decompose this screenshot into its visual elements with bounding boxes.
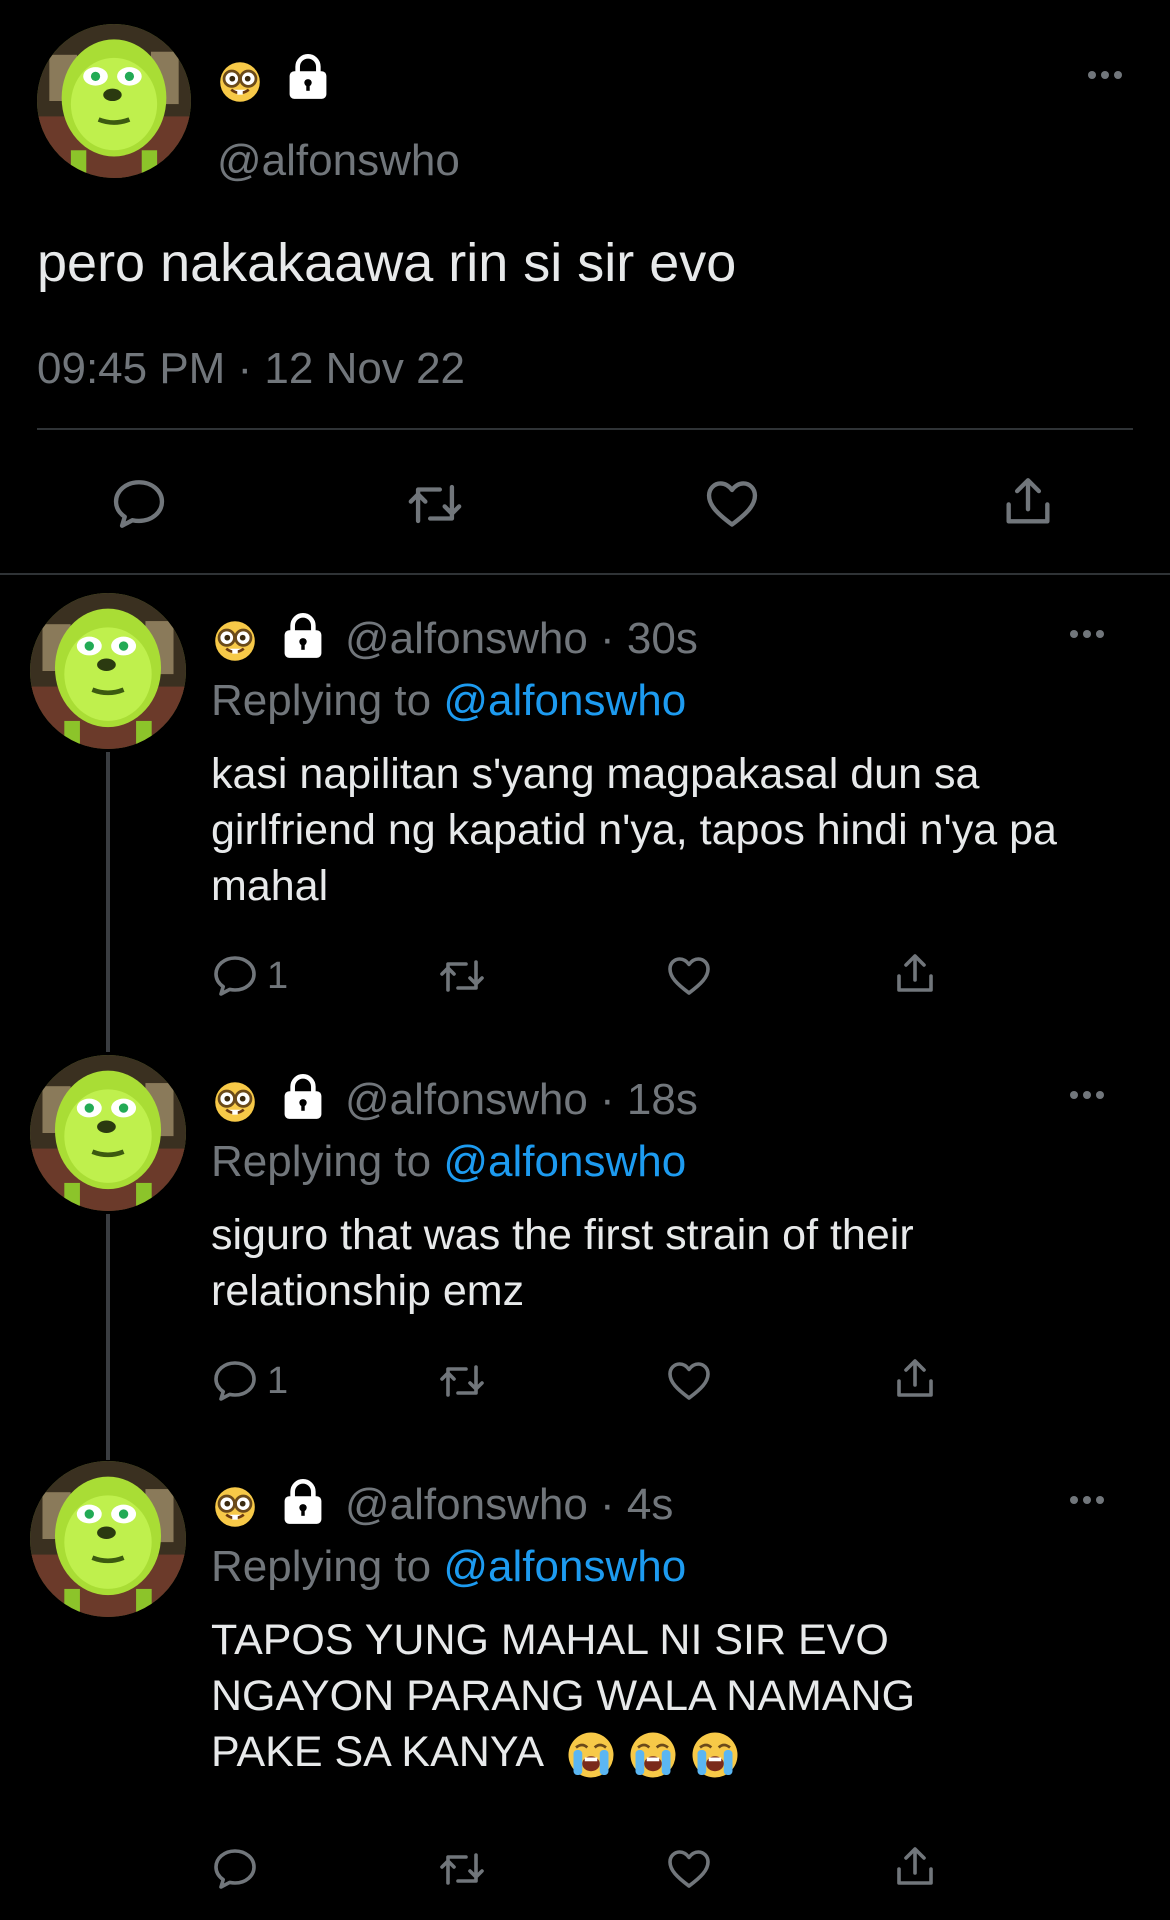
reply-count: 1: [267, 954, 289, 997]
reply-count: 1: [267, 1359, 289, 1402]
reply-icon: [110, 475, 168, 533]
reply-icon: [211, 952, 259, 1000]
lock-icon: [285, 54, 331, 100]
avatar[interactable]: [30, 1461, 186, 1617]
like-button[interactable]: [664, 952, 714, 1000]
avatar[interactable]: [37, 24, 191, 178]
thread-line: [106, 752, 110, 1052]
time: · 30s: [600, 614, 698, 663]
nerd-face-emoji: [213, 619, 257, 663]
like-button[interactable]: [664, 1845, 714, 1893]
handle[interactable]: @alfonswho: [345, 1480, 588, 1529]
reply-button[interactable]: 1: [211, 952, 288, 1000]
tweet-text: pero nakakaawa rin si sir evo: [37, 233, 737, 293]
reply-text: TAPOS YUNG MAHAL NI SIR EVO NGAYON PARAN…: [211, 1612, 1031, 1780]
reply-button[interactable]: [110, 475, 168, 533]
like-icon: [702, 475, 762, 533]
reply-icon: [211, 1845, 259, 1893]
nerd-face-emoji: [213, 1080, 257, 1124]
retweet-button[interactable]: [435, 1357, 489, 1405]
replying-to-link[interactable]: @alfonswho: [443, 1542, 686, 1591]
retweet-button[interactable]: [435, 1845, 489, 1893]
like-button[interactable]: [664, 1357, 714, 1405]
nerd-face-emoji: [213, 1485, 257, 1529]
replying-label: Replying to: [211, 1542, 432, 1591]
replying-label: Replying to: [211, 1137, 432, 1186]
timestamp[interactable]: 09:45 PM · 12 Nov 22: [37, 344, 465, 394]
like-button[interactable]: [702, 475, 762, 533]
loudly-crying-emoji: [566, 1730, 616, 1780]
share-button[interactable]: [999, 473, 1057, 531]
more-icon[interactable]: [1070, 1496, 1104, 1504]
share-button[interactable]: [891, 1843, 939, 1891]
like-icon: [664, 952, 714, 1000]
replying-to-link[interactable]: @alfonswho: [443, 676, 686, 725]
replying-to-link[interactable]: @alfonswho: [443, 1137, 686, 1186]
share-button[interactable]: [891, 950, 939, 998]
time: · 4s: [600, 1480, 674, 1529]
retweet-icon: [435, 1357, 489, 1405]
lock-icon: [280, 1479, 326, 1525]
retweet-button[interactable]: [403, 475, 467, 533]
nerd-face-emoji: [218, 60, 262, 104]
retweet-icon: [435, 1845, 489, 1893]
retweet-button[interactable]: [435, 952, 489, 1000]
like-icon: [664, 1357, 714, 1405]
loudly-crying-emoji: [690, 1730, 740, 1780]
thread-line: [106, 1214, 110, 1460]
divider: [0, 573, 1170, 575]
like-icon: [664, 1845, 714, 1893]
reply-button[interactable]: [211, 1845, 267, 1893]
reply-text: siguro that was the first strain of thei…: [211, 1211, 914, 1315]
share-icon: [891, 1355, 939, 1403]
avatar[interactable]: [30, 1055, 186, 1211]
share-icon: [891, 1843, 939, 1891]
lock-icon: [280, 613, 326, 659]
reply-text: kasi napilitan s'yang magpakasal dun sa …: [211, 750, 1057, 910]
handle[interactable]: @alfonswho: [345, 614, 588, 663]
share-icon: [891, 950, 939, 998]
more-icon[interactable]: [1088, 71, 1122, 79]
retweet-icon: [403, 475, 467, 533]
loudly-crying-emoji: [628, 1730, 678, 1780]
more-icon[interactable]: [1070, 630, 1104, 638]
handle[interactable]: @alfonswho: [217, 136, 460, 186]
time: · 18s: [600, 1075, 698, 1124]
reply-text-content: TAPOS YUNG MAHAL NI SIR EVO NGAYON PARAN…: [211, 1616, 916, 1776]
divider: [37, 428, 1133, 430]
replying-label: Replying to: [211, 676, 432, 725]
handle[interactable]: @alfonswho: [345, 1075, 588, 1124]
reply-button[interactable]: 1: [211, 1357, 288, 1405]
avatar[interactable]: [30, 593, 186, 749]
more-icon[interactable]: [1070, 1091, 1104, 1099]
retweet-icon: [435, 952, 489, 1000]
lock-icon: [280, 1074, 326, 1120]
share-button[interactable]: [891, 1355, 939, 1403]
share-icon: [999, 473, 1057, 531]
reply-icon: [211, 1357, 259, 1405]
